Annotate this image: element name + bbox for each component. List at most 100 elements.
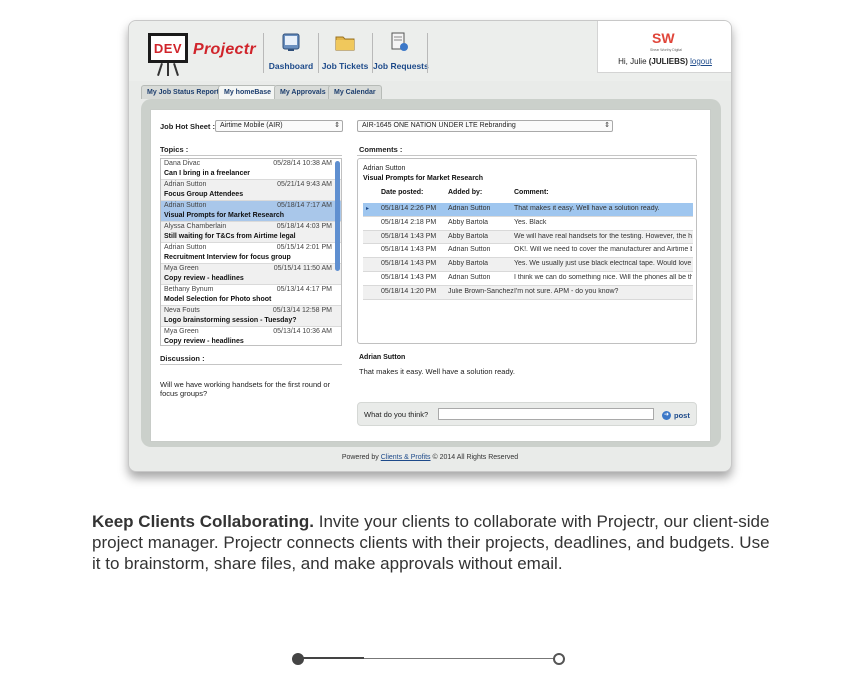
comment-text: I'm not sure. APM - do you know? <box>514 287 619 295</box>
homebase-panel: Job Hot Sheet : Airtime Mobile (AIR) ⇕ A… <box>141 99 721 447</box>
topic-author: Adrian Sutton <box>164 181 207 188</box>
topic-title: Still waiting for T&Cs from Airtime lega… <box>164 233 296 240</box>
nav-job-tickets[interactable]: Job Tickets <box>319 31 371 71</box>
comment-text: Yes. Black <box>514 218 547 226</box>
select-arrows-icon: ⇕ <box>604 122 610 129</box>
comment-detail-text: That makes it easy. Well have a solution… <box>359 367 515 376</box>
dashboard-icon <box>282 33 300 51</box>
comments-rows: ▸ 05/18/14 2:26 PM Adrian Sutton That ma… <box>363 203 693 300</box>
partner-logo-text: SW <box>652 30 675 46</box>
job-select-value: AIR-1645 ONE NATION UNDER LTE Rebranding <box>362 122 516 129</box>
dev-badge: DEV <box>148 33 188 63</box>
comment-date: 05/18/14 2:18 PM <box>381 218 437 226</box>
nav-job-requests[interactable]: Job Requests <box>373 31 429 71</box>
footer-suffix: © 2014 All Rights Reserved <box>432 454 519 461</box>
select-arrows-icon: ⇕ <box>334 122 340 129</box>
nav-separator <box>427 33 428 73</box>
pager-track-line <box>364 658 556 659</box>
comment-detail-author: Adrian Sutton <box>359 354 406 361</box>
topic-title: Focus Group Attendees <box>164 191 244 198</box>
comment-row[interactable]: 05/18/14 1:20 PM Julie Brown-Sanchez I'm… <box>363 285 693 300</box>
tab-homebase[interactable]: My homeBase <box>218 85 278 99</box>
topic-date: 05/13/14 12:58 PM <box>272 307 332 314</box>
topic-item[interactable]: Mya Green 05/13/14 10:36 AM Copy review … <box>161 327 341 345</box>
comment-author: Abby Bartola <box>448 260 489 268</box>
post-arrow-icon: ➜ <box>662 410 671 420</box>
hot-sheet-label: Job Hot Sheet : <box>160 122 216 131</box>
reply-input[interactable] <box>438 408 654 420</box>
topic-item[interactable]: Neva Fouts 05/13/14 12:58 PM Logo brains… <box>161 306 341 327</box>
tab-calendar[interactable]: My Calendar <box>328 85 382 99</box>
pager-progress-line <box>298 657 364 659</box>
nav-dashboard[interactable]: Dashboard <box>265 31 317 71</box>
topic-author: Dana Divac <box>164 160 201 167</box>
comment-text: Yes. We usually just use black electrica… <box>514 260 692 268</box>
comment-row[interactable]: 05/18/14 2:18 PM Abby Bartola Yes. Black <box>363 217 693 231</box>
user-handle: (JULIEBS) <box>648 57 688 66</box>
comments-header: Date posted: Added by: Comment: <box>363 189 693 201</box>
topic-item[interactable]: Alyssa Chamberlain 05/18/14 4:03 PM Stil… <box>161 222 341 243</box>
topic-title: Recruitment Interview for focus group <box>164 254 291 261</box>
post-label: post <box>674 410 690 420</box>
footer-prefix: Powered by <box>341 454 379 461</box>
topic-author: Adrian Sutton <box>164 244 207 251</box>
comments-topic-title: Visual Prompts for Market Research <box>363 175 484 182</box>
pager-dot-active[interactable] <box>292 653 304 665</box>
comment-date: 05/18/14 2:26 PM <box>381 205 437 212</box>
comments-label: Comments : <box>359 145 403 154</box>
comment-author: Abby Bartola <box>448 232 489 240</box>
topic-date: 05/15/14 11:50 AM <box>273 265 332 272</box>
divider <box>357 155 697 156</box>
topic-item[interactable]: Adrian Sutton 05/15/14 2:01 PM Recruitme… <box>161 243 341 264</box>
topics-label: Topics : <box>160 145 189 154</box>
topic-author: Adrian Sutton <box>164 202 207 209</box>
tripod-icon <box>155 63 181 76</box>
discussion-text: Will we have working handsets for the fi… <box>160 380 331 398</box>
comment-row[interactable]: 05/18/14 1:43 PM Adrian Sutton I think w… <box>363 272 693 286</box>
app-window: DEV Projectr Dashboard Job Tickets Job R… <box>128 20 732 472</box>
topic-item[interactable]: Bethany Bynum 05/13/14 4:17 PM Model Sel… <box>161 285 341 306</box>
logout-link[interactable]: logout <box>690 57 712 66</box>
nav-dashboard-label: Dashboard <box>268 61 314 71</box>
projectr-logo[interactable]: DEV Projectr <box>143 29 256 76</box>
comment-author: Adrian Sutton <box>448 205 491 212</box>
topic-item[interactable]: Mya Green 05/15/14 11:50 AM Copy review … <box>161 264 341 285</box>
comment-row-selected[interactable]: ▸ 05/18/14 2:26 PM Adrian Sutton That ma… <box>363 203 693 217</box>
topic-author: Alyssa Chamberlain <box>164 223 227 230</box>
topic-item[interactable]: Adrian Sutton 05/21/14 9:43 AM Focus Gro… <box>161 180 341 201</box>
comment-row[interactable]: 05/18/14 1:43 PM Adrian Sutton OK!. Will… <box>363 244 693 259</box>
pager-dot[interactable] <box>553 653 565 665</box>
tab-approvals[interactable]: My Approvals <box>274 85 332 99</box>
col-date-posted: Date posted: <box>381 189 424 196</box>
hot-sheet-select[interactable]: Airtime Mobile (AIR) ⇕ <box>215 120 343 132</box>
app-header: DEV Projectr Dashboard Job Tickets Job R… <box>129 21 731 81</box>
topic-item[interactable]: Dana Divac 05/28/14 10:38 AM Can I bring… <box>161 159 341 180</box>
footer-link[interactable]: Clients & Profits <box>381 454 431 461</box>
app-footer: Powered by Clients & Profits © 2014 All … <box>129 454 731 461</box>
comment-date: 05/18/14 1:43 PM <box>381 232 437 240</box>
topic-date: 05/13/14 4:17 PM <box>276 286 332 293</box>
comment-row[interactable]: 05/18/14 1:43 PM Abby Bartola Yes. We us… <box>363 258 693 272</box>
hot-sheet-value: Airtime Mobile (AIR) <box>220 122 283 129</box>
selected-row-marker-icon: ▸ <box>366 206 370 212</box>
divider <box>160 155 342 156</box>
topics-scrollbar[interactable] <box>335 161 340 271</box>
job-select[interactable]: AIR-1645 ONE NATION UNDER LTE Rebranding… <box>357 120 613 132</box>
comment-author: Adrian Sutton <box>448 246 491 254</box>
comment-text: We will have real handsets for the testi… <box>514 232 692 240</box>
topic-item-selected[interactable]: Adrian Sutton 05/18/14 7:17 AM Visual Pr… <box>161 201 341 222</box>
comment-text: That makes it easy. Well have a solution… <box>514 205 660 212</box>
post-button[interactable]: ➜ post <box>662 409 690 421</box>
comment-row[interactable]: 05/18/14 1:43 PM Abby Bartola We will ha… <box>363 230 693 245</box>
caption-headline: Keep Clients Collaborating. <box>92 512 314 531</box>
brand-name: Projectr <box>193 41 256 58</box>
comment-text: I think we can do something nice. Will t… <box>514 273 692 281</box>
topic-title: Logo brainstorming session - Tuesday? <box>164 317 297 324</box>
comment-text: OK!. Will we need to cover the manufactu… <box>514 246 692 254</box>
topic-date: 05/13/14 10:36 AM <box>273 328 332 335</box>
topic-date: 05/15/14 2:01 PM <box>276 244 332 251</box>
tab-job-status-report[interactable]: My Job Status Report <box>141 85 225 99</box>
dev-badge-text: DEV <box>153 40 183 56</box>
partner-tagline: Shear Worthy Digital <box>650 48 682 52</box>
discussion-label: Discussion : <box>160 354 205 363</box>
